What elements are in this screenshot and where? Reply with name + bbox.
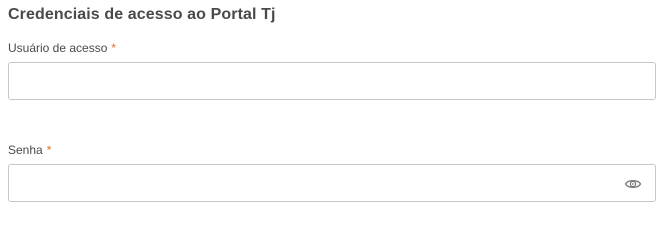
password-field-wrapper [8,164,656,202]
required-asterisk: * [46,143,52,157]
required-asterisk: * [111,41,117,55]
username-input[interactable] [9,63,655,99]
section-title: Credenciais de acesso ao Portal Tj [8,6,276,23]
password-label-text: Senha [8,143,43,157]
username-field-wrapper [8,62,656,100]
username-label: Usuário de acesso * [8,41,116,55]
password-input[interactable] [9,165,655,201]
username-label-text: Usuário de acesso [8,41,108,55]
password-label: Senha * [8,143,51,157]
show-password-toggle[interactable] [624,176,642,192]
eye-icon [624,180,642,188]
